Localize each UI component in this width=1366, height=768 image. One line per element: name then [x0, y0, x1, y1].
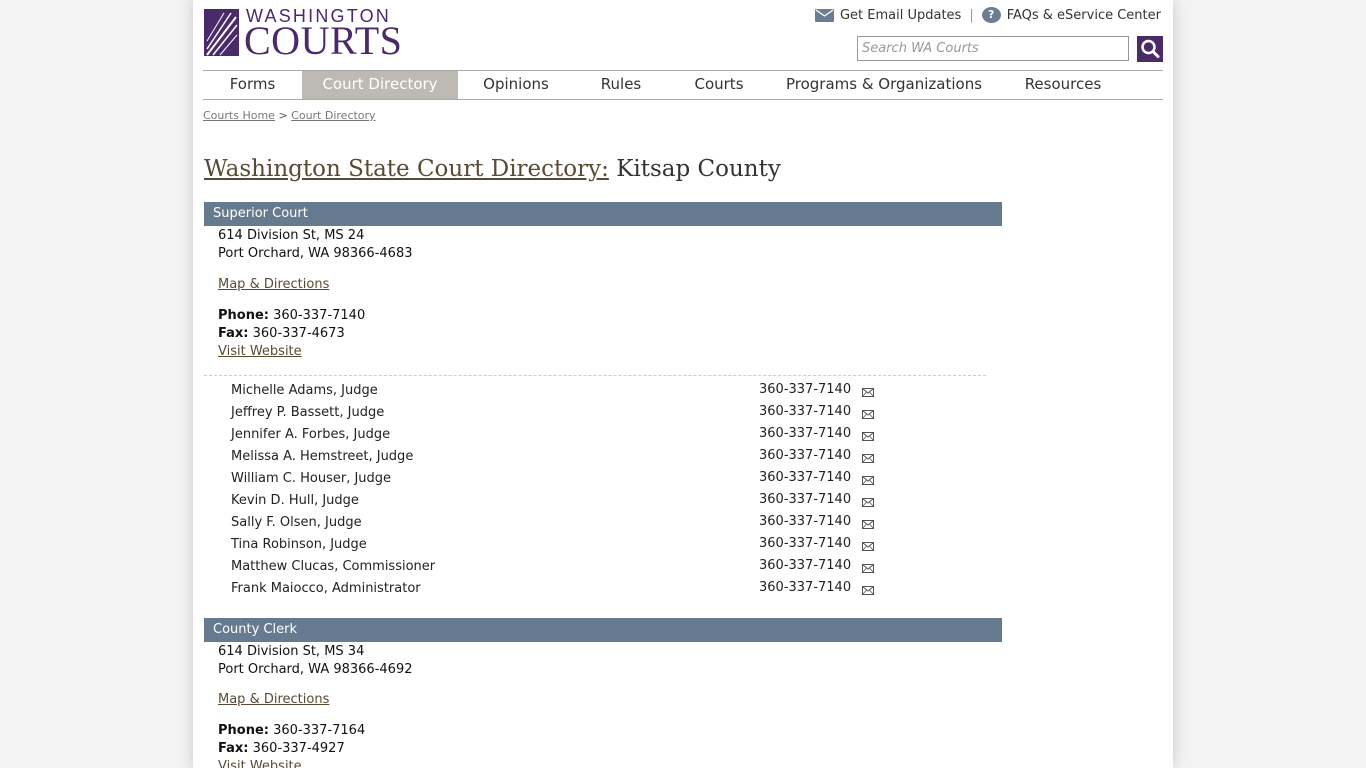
section-superior-court: Superior Court 614 Division St, MS 24 Po… — [204, 202, 1002, 600]
breadcrumb: Courts Home > Court Directory — [203, 109, 376, 122]
section-divider — [204, 375, 986, 376]
visit-website-link[interactable]: Visit Website — [218, 344, 302, 359]
email-updates-link[interactable]: Get Email Updates — [840, 8, 961, 23]
section-header: County Clerk — [204, 618, 1002, 642]
breadcrumb-current-link[interactable]: Court Directory — [291, 109, 375, 122]
utility-links: Get Email Updates | ? FAQs & eService Ce… — [814, 7, 1161, 23]
phone-value: 360-337-7164 — [273, 723, 366, 738]
nav-item-rules[interactable]: Rules — [574, 71, 668, 99]
email-icon — [814, 8, 834, 22]
fax-label: Fax: — [218, 741, 249, 756]
staff-name: Matthew Clucas, Commissioner — [231, 559, 436, 574]
search-input[interactable] — [857, 36, 1129, 61]
staff-name: William C. Houser, Judge — [231, 471, 392, 486]
email-envelope-icon[interactable] — [862, 586, 874, 595]
staff-row: Melissa A. Hemstreet, Judge 360-337-7140 — [204, 446, 1002, 468]
fax-value: 360-337-4673 — [252, 326, 345, 341]
staff-phone: 360-337-7140 — [759, 492, 852, 507]
nav-item-resources[interactable]: Resources — [998, 71, 1128, 99]
staff-name: Jeffrey P. Bassett, Judge — [231, 405, 385, 420]
logo-mark-icon — [204, 9, 239, 56]
staff-row: Frank Maiocco, Administrator 360-337-7140 — [204, 578, 1002, 600]
staff-phone: 360-337-7140 — [759, 426, 852, 441]
address-line-2: Port Orchard, WA 98366-4683 — [218, 246, 413, 261]
nav-item-court-directory[interactable]: Court Directory — [302, 71, 458, 99]
staff-name: Michelle Adams, Judge — [231, 383, 378, 398]
section-body: 614 Division St, MS 34 Port Orchard, WA … — [204, 643, 1002, 768]
staff-phone: 360-337-7140 — [759, 470, 852, 485]
address-line-2: Port Orchard, WA 98366-4692 — [218, 662, 413, 677]
search-button[interactable] — [1137, 36, 1163, 62]
staff-phone: 360-337-7140 — [759, 448, 852, 463]
staff-row: Tina Robinson, Judge 360-337-7140 — [204, 534, 1002, 556]
address-line-1: 614 Division St, MS 34 — [218, 644, 365, 659]
phone-label: Phone: — [218, 308, 269, 323]
directory-title-link[interactable]: Washington State Court Directory: — [204, 156, 609, 182]
staff-phone: 360-337-7140 — [759, 580, 852, 595]
nav-item-courts[interactable]: Courts — [668, 71, 770, 99]
fax-line: Fax: 360-337-4673 — [218, 325, 1002, 343]
county-name: Kitsap County — [616, 156, 781, 182]
main-nav: Forms Court Directory Opinions Rules Cou… — [203, 70, 1163, 100]
email-envelope-icon[interactable] — [862, 388, 874, 397]
staff-row: Jennifer A. Forbes, Judge 360-337-7140 — [204, 424, 1002, 446]
email-envelope-icon[interactable] — [862, 476, 874, 485]
washington-courts-logo[interactable]: WASHINGTON COURTS — [204, 6, 403, 63]
section-body: 614 Division St, MS 24 Port Orchard, WA … — [204, 227, 1002, 361]
staff-name: Tina Robinson, Judge — [231, 537, 367, 552]
breadcrumb-separator: > — [278, 109, 288, 122]
utility-separator: | — [969, 7, 974, 23]
section-county-clerk: County Clerk 614 Division St, MS 34 Port… — [204, 618, 1002, 768]
map-directions-link[interactable]: Map & Directions — [218, 692, 329, 707]
staff-phone: 360-337-7140 — [759, 404, 852, 419]
staff-row: Matthew Clucas, Commissioner 360-337-7140 — [204, 556, 1002, 578]
staff-name: Kevin D. Hull, Judge — [231, 493, 359, 508]
staff-name: Frank Maiocco, Administrator — [231, 581, 421, 596]
nav-item-opinions[interactable]: Opinions — [458, 71, 574, 99]
email-envelope-icon[interactable] — [862, 520, 874, 529]
nav-item-forms[interactable]: Forms — [203, 71, 302, 99]
staff-phone: 360-337-7140 — [759, 382, 852, 397]
section-header: Superior Court — [204, 202, 1002, 226]
staff-phone: 360-337-7140 — [759, 558, 852, 573]
faqs-link[interactable]: FAQs & eService Center — [1007, 8, 1161, 23]
page-container: WASHINGTON COURTS Get Email Updates | ? … — [193, 0, 1173, 768]
search-icon — [1141, 39, 1160, 58]
staff-phone: 360-337-7140 — [759, 536, 852, 551]
phone-line: Phone: 360-337-7164 — [218, 722, 1002, 740]
email-envelope-icon[interactable] — [862, 454, 874, 463]
address-line-1: 614 Division St, MS 24 — [218, 228, 365, 243]
fax-line: Fax: 360-337-4927 — [218, 740, 1002, 758]
staff-list: Michelle Adams, Judge 360-337-7140 Jeffrey… — [204, 380, 1002, 600]
staff-row: Michelle Adams, Judge 360-337-7140 — [204, 380, 1002, 402]
visit-website-link[interactable]: Visit Website — [218, 759, 302, 768]
email-envelope-icon[interactable] — [862, 410, 874, 419]
fax-value: 360-337-4927 — [252, 741, 345, 756]
staff-row: Jeffrey P. Bassett, Judge 360-337-7140 — [204, 402, 1002, 424]
email-envelope-icon[interactable] — [862, 564, 874, 573]
email-envelope-icon[interactable] — [862, 432, 874, 441]
staff-name: Sally F. Olsen, Judge — [231, 515, 362, 530]
staff-name: Melissa A. Hemstreet, Judge — [231, 449, 414, 464]
phone-line: Phone: 360-337-7140 — [218, 307, 1002, 325]
logo-bottom-text: COURTS — [244, 18, 403, 63]
email-envelope-icon[interactable] — [862, 542, 874, 551]
phone-value: 360-337-7140 — [273, 308, 366, 323]
staff-phone: 360-337-7140 — [759, 514, 852, 529]
staff-row: Sally F. Olsen, Judge 360-337-7140 — [204, 512, 1002, 534]
breadcrumb-home-link[interactable]: Courts Home — [203, 109, 275, 122]
phone-label: Phone: — [218, 723, 269, 738]
fax-label: Fax: — [218, 326, 249, 341]
email-envelope-icon[interactable] — [862, 498, 874, 507]
staff-row: William C. Houser, Judge 360-337-7140 — [204, 468, 1002, 490]
map-directions-link[interactable]: Map & Directions — [218, 277, 329, 292]
page-title: Washington State Court Directory: Kitsap… — [204, 156, 781, 182]
staff-row: Kevin D. Hull, Judge 360-337-7140 — [204, 490, 1002, 512]
help-icon: ? — [981, 7, 1001, 23]
nav-item-programs-organizations[interactable]: Programs & Organizations — [770, 71, 998, 99]
staff-name: Jennifer A. Forbes, Judge — [231, 427, 391, 442]
